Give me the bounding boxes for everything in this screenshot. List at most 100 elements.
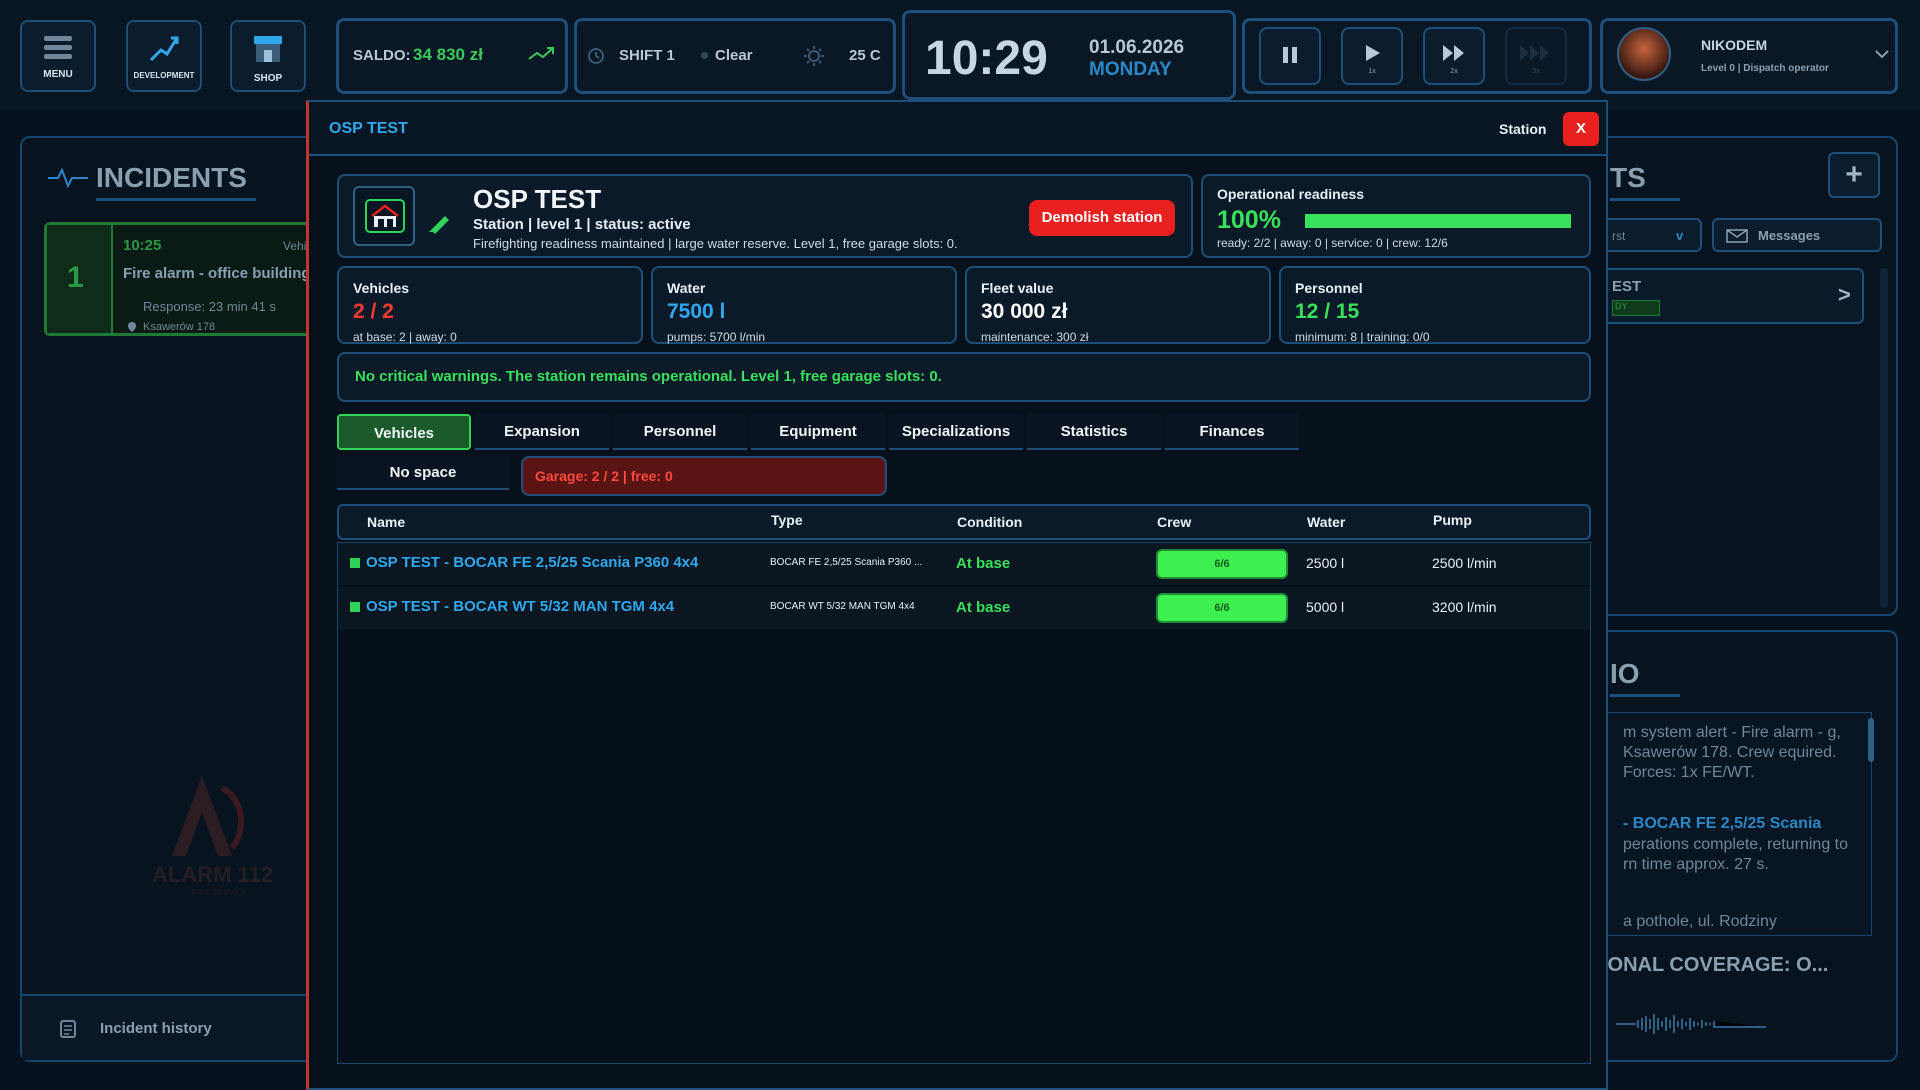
vehicles-stat-card: Vehicles 2 / 2 at base: 2 | away: 0: [337, 266, 643, 344]
logo-text: ALARM 112: [152, 862, 274, 887]
sun-icon: [804, 46, 824, 66]
no-space-button[interactable]: No space: [337, 456, 509, 490]
station-list-item[interactable]: EST DY >: [1602, 268, 1864, 324]
envelope-icon: [1726, 229, 1748, 243]
fleet-value-stat-sub: maintenance: 300 zł: [981, 330, 1089, 344]
tab-equipment[interactable]: Equipment: [751, 414, 885, 450]
balance-panel: SALDO: 34 830 zł: [336, 18, 568, 94]
tab-vehicles[interactable]: Vehicles: [337, 414, 471, 450]
user-level: Level 0 | Dispatch operator: [1701, 63, 1829, 74]
radio-message-3: perations complete, returning to rn time…: [1623, 836, 1849, 873]
avatar: [1617, 27, 1671, 81]
filter-value: rst: [1612, 229, 1626, 243]
shop-button[interactable]: SHOP: [230, 20, 306, 92]
table-row[interactable]: OSP TEST - BOCAR WT 5/32 MAN TGM 4x4 BOC…: [338, 587, 1590, 629]
radio-title-underline: [1610, 694, 1680, 697]
readiness-bar-fill: [1305, 214, 1571, 228]
shift-label: SHIFT 1: [619, 47, 675, 64]
radio-title: IO: [1610, 658, 1640, 689]
user-name: NIKODEM: [1701, 37, 1768, 53]
vehicle-type: BOCAR FE 2,5/25 Scania P360 ...: [770, 557, 923, 568]
status-square-icon: [350, 558, 360, 568]
development-label: DEVELOPMENT: [133, 71, 195, 80]
time-controls: 1x 2x 3x: [1242, 18, 1592, 94]
station-overview-card: OSP TEST Station | level 1 | status: act…: [337, 174, 1193, 258]
shop-label: SHOP: [253, 73, 283, 84]
water-stat-sub: pumps: 5700 l/min: [667, 330, 766, 344]
menu-button[interactable]: MENU: [20, 20, 96, 92]
radio-scrollbar[interactable]: [1868, 718, 1874, 762]
garage-info: Garage: 2 / 2 | free: 0: [521, 456, 887, 496]
readiness-label: Operational readiness: [1217, 186, 1365, 202]
date-display: 01.06.2026: [1089, 37, 1185, 58]
balance-value: 34 830 zł: [413, 45, 483, 64]
modal-type: Station: [1499, 121, 1547, 137]
fleet-value-stat-value: 30 000 zł: [981, 300, 1068, 323]
incident-title: Fire alarm - office building: [123, 265, 311, 282]
play-icon: [1366, 45, 1380, 61]
menu-label: MENU: [43, 69, 73, 80]
play-speed-1-button[interactable]: 1x: [1341, 27, 1403, 85]
vehicles-table-header: Name Type Condition Crew Water Pump: [337, 504, 1591, 540]
incident-history-button[interactable]: Incident history: [22, 994, 318, 1060]
modal-header: OSP TEST Station X: [309, 102, 1606, 156]
tab-finances[interactable]: Finances: [1165, 414, 1299, 450]
col-header-water: Water: [1307, 514, 1346, 530]
coverage-label: IONAL COVERAGE: O...: [1602, 954, 1829, 976]
fast-forward-icon: [1443, 45, 1464, 61]
incident-response: Response: 23 min 41 s: [143, 299, 276, 314]
vehicle-name[interactable]: OSP TEST - BOCAR WT 5/32 MAN TGM 4x4: [366, 598, 674, 615]
station-modal: OSP TEST Station X OSP TEST Station | le…: [306, 100, 1608, 1090]
messages-button[interactable]: Messages: [1712, 218, 1882, 252]
incidents-title: INCIDENTS: [96, 162, 247, 193]
messages-label: Messages: [1758, 228, 1821, 243]
weekday-display: MONDAY: [1089, 59, 1172, 80]
time-display: 10:29: [925, 32, 1048, 85]
vehicle-crew: 6/6: [1156, 549, 1288, 579]
pause-button[interactable]: [1259, 27, 1321, 85]
vehicle-type: BOCAR WT 5/32 MAN TGM 4x4: [770, 601, 915, 612]
audio-waveform-icon: [1616, 1014, 1766, 1034]
station-meta: Station | level 1 | status: active: [473, 216, 691, 233]
water-stat-title: Water: [667, 280, 706, 296]
incident-history-label: Incident history: [100, 1020, 212, 1037]
pause-icon: [1283, 47, 1297, 63]
demolish-station-button[interactable]: Demolish station: [1029, 200, 1175, 236]
play-speed-3-button[interactable]: 3x: [1505, 27, 1567, 85]
vehicle-name[interactable]: OSP TEST - BOCAR FE 2,5/25 Scania P360 4…: [366, 554, 698, 571]
add-button[interactable]: +: [1828, 152, 1880, 198]
user-panel[interactable]: NIKODEM Level 0 | Dispatch operator: [1600, 18, 1898, 94]
menu-icon: [44, 36, 72, 59]
incident-number-box: 1: [47, 225, 113, 333]
tab-personnel[interactable]: Personnel: [613, 414, 747, 450]
right-stations-panel: TS + rst v Messages EST DY >: [1580, 136, 1898, 616]
table-row[interactable]: OSP TEST - BOCAR FE 2,5/25 Scania P360 4…: [338, 543, 1590, 585]
tab-statistics[interactable]: Statistics: [1027, 414, 1161, 450]
development-button[interactable]: DEVELOPMENT: [126, 20, 202, 92]
personnel-stat-sub: minimum: 8 | training: 0/0: [1295, 330, 1430, 344]
garage-info-text: Garage: 2 / 2 | free: 0: [535, 468, 673, 484]
filter-chevron: v: [1676, 228, 1684, 243]
incident-address: Ksawerów 178: [143, 321, 216, 333]
tab-expansion[interactable]: Expansion: [475, 414, 609, 450]
radio-message-2: - BOCAR FE 2,5/25 Scania: [1623, 815, 1822, 832]
incident-number: 1: [67, 261, 84, 294]
col-header-pump: Pump: [1433, 512, 1472, 528]
close-button[interactable]: X: [1563, 112, 1599, 146]
play-speed-2-button[interactable]: 2x: [1423, 27, 1485, 85]
chevron-right-icon: >: [1838, 282, 1851, 307]
edit-pencil-icon[interactable]: [427, 210, 453, 234]
water-stat-card: Water 7500 l pumps: 5700 l/min: [651, 266, 957, 344]
station-icon-box: [353, 186, 415, 246]
fleet-value-stat-card: Fleet value 30 000 zł maintenance: 300 z…: [965, 266, 1271, 344]
vehicle-pump: 2500 l/min: [1432, 555, 1497, 571]
tab-specializations[interactable]: Specializations: [889, 414, 1023, 450]
trend-up-icon: [528, 47, 554, 60]
modal-title: OSP TEST: [329, 120, 408, 137]
vehicle-crew: 6/6: [1156, 593, 1288, 623]
top-bar: MENU DEVELOPMENT SHOP SALDO: 34 830 zł S…: [0, 0, 1920, 110]
filter-select[interactable]: rst v: [1602, 218, 1702, 252]
incident-card[interactable]: 1 10:25 Vehicles Fire alarm - office bui…: [44, 222, 334, 336]
weather-dot-icon: [701, 52, 708, 59]
stations-scrollbar[interactable]: [1880, 268, 1888, 608]
